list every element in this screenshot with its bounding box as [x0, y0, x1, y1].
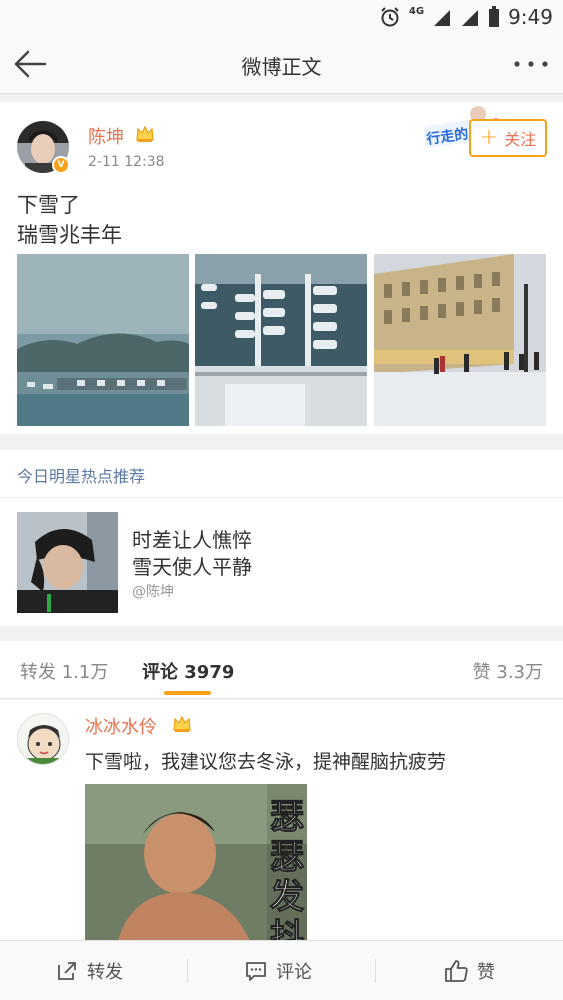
recommend-line: 时差让人憔悴 — [132, 528, 252, 552]
divider — [375, 959, 376, 983]
commenter-avatar[interactable] — [17, 713, 69, 765]
clock: 9:49 — [508, 5, 553, 29]
foggy-snowy-harbor-photo — [17, 254, 189, 426]
post-time: 2-11 12:38 — [88, 154, 165, 170]
plus-icon: + — [479, 125, 499, 150]
cartoon-avatar-image — [18, 714, 68, 764]
signal-icon-2 — [462, 10, 479, 26]
tab-like[interactable]: 赞 3.3万 — [473, 658, 543, 684]
more-dots-icon — [514, 61, 548, 67]
crown-icon — [136, 125, 154, 142]
meme-caption-char: 发 — [270, 877, 304, 917]
divider — [187, 959, 188, 983]
repost-label: 转发 — [87, 962, 123, 983]
alarm-icon — [381, 7, 399, 27]
recommend-line: 雪天使人平静 — [132, 555, 252, 579]
post-photo-harbor[interactable] — [17, 254, 189, 426]
like-label: 赞 — [477, 962, 495, 983]
nav-bar: 微博正文 — [0, 34, 563, 94]
recommend-source: @陈坤 — [132, 584, 174, 600]
post-photo-marina[interactable] — [195, 254, 367, 426]
comment-text: 下雪啦，我建议您去冬泳，提神醒脑抗疲劳 — [85, 751, 447, 773]
comment-icon — [246, 962, 266, 981]
recommend-thumbnail — [17, 512, 118, 613]
comment-button[interactable]: 评论 — [244, 941, 312, 1000]
divider — [0, 497, 563, 498]
post-photo-street[interactable] — [374, 254, 546, 426]
comment-label: 评论 — [276, 962, 312, 983]
network-type: 4G — [408, 5, 425, 17]
photo-grid — [17, 254, 547, 426]
follow-label: 关注 — [504, 130, 537, 149]
tab-repost[interactable]: 转发 1.1万 — [20, 658, 108, 684]
share-icon — [58, 962, 76, 980]
star-recommend-card[interactable]: 今日明星热点推荐 时差让人憔悴 雪天使人平静 @陈坤 — [0, 450, 563, 626]
commenter-name[interactable]: 冰冰水伶 — [85, 713, 157, 739]
meme-caption-char: 瑟 — [270, 837, 304, 877]
post-text: 下雪了 瑞雪兆丰年 — [17, 190, 122, 250]
meme-caption-char: 瑟 — [270, 797, 304, 837]
recommend-header: 今日明星热点推荐 — [17, 467, 146, 486]
signal-icon — [434, 10, 451, 26]
repost-button[interactable]: 转发 — [55, 941, 123, 1000]
follow-button[interactable]: + 关注 — [469, 119, 547, 157]
post-text-line: 下雪了 — [17, 193, 80, 217]
active-tab-indicator — [164, 691, 211, 695]
thumbs-up-icon — [445, 960, 468, 982]
comment-item: 冰冰水伶 下雪啦，我建议您去冬泳，提神醒脑抗疲劳 瑟 瑟 发 抖 — [0, 700, 563, 940]
more-button[interactable] — [513, 50, 549, 78]
crown-icon — [173, 715, 191, 732]
snowy-street-building-photo — [374, 254, 546, 426]
weibo-post: V 陈坤 2-11 12:38 行走的 + 关注 下雪了 瑞雪兆丰年 — [0, 102, 563, 434]
bottom-action-bar: 转发 评论 赞 — [0, 940, 563, 1000]
post-text-line: 瑞雪兆丰年 — [17, 223, 122, 247]
battery-icon — [489, 6, 500, 27]
status-bar: 4G 9:49 — [0, 0, 563, 34]
meme-caption-char: 抖 — [270, 917, 304, 940]
page-title: 微博正文 — [241, 55, 322, 79]
status-icons: 4G 9:49 — [379, 4, 553, 30]
selfie-photo — [17, 512, 118, 613]
shivering-meme-photo: 瑟 瑟 发 抖 — [85, 784, 307, 940]
interaction-tabs: 转发 1.1万 评论 3979 赞 3.3万 — [0, 641, 563, 699]
snowy-marina-photo — [195, 254, 367, 426]
like-button[interactable]: 赞 — [443, 941, 495, 1000]
verified-badge: V — [52, 156, 70, 174]
comment-meme-image[interactable]: 瑟 瑟 发 抖 — [85, 784, 307, 940]
author-name[interactable]: 陈坤 — [88, 123, 124, 149]
tab-comment[interactable]: 评论 3979 — [142, 658, 234, 684]
